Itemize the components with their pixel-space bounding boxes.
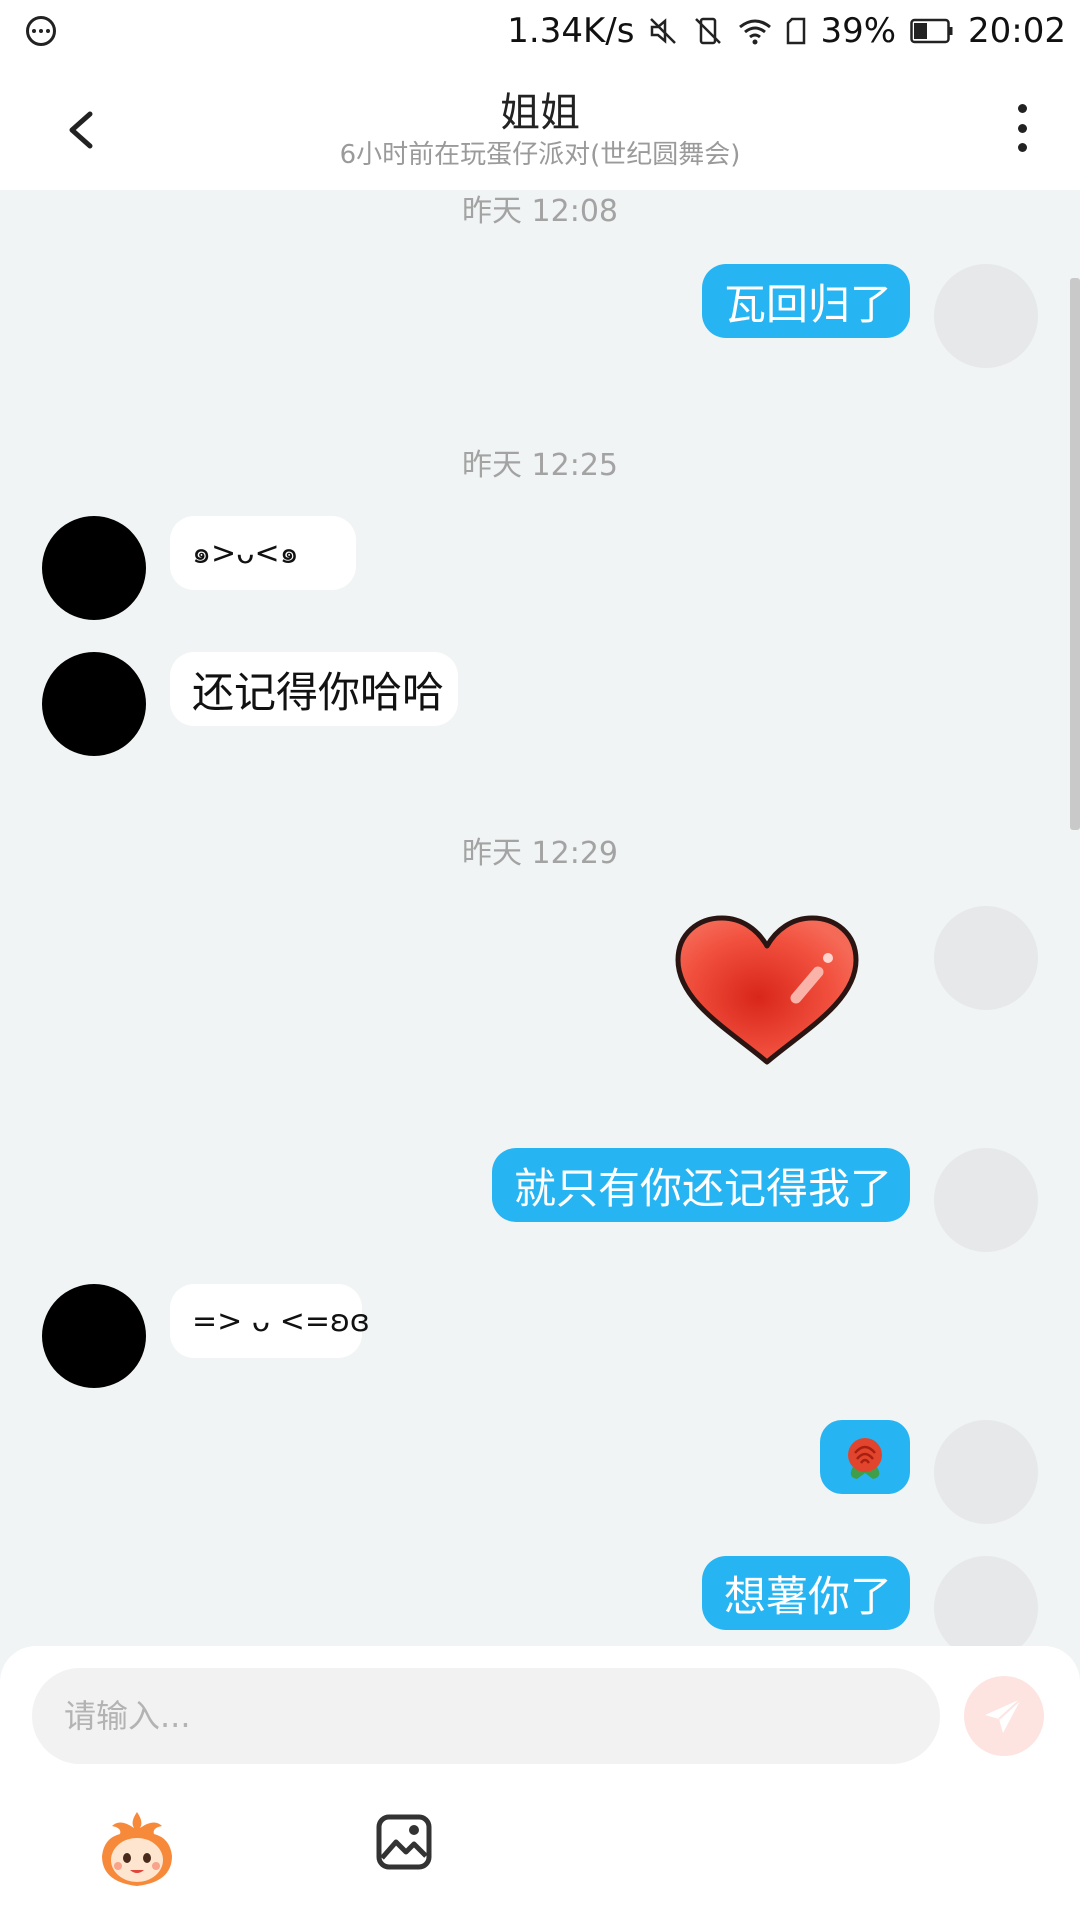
battery-icon bbox=[910, 18, 953, 44]
wifi-icon bbox=[739, 19, 772, 45]
message-bubble-outgoing[interactable] bbox=[820, 1420, 910, 1494]
message-bubble-incoming[interactable]: 还记得你哈哈 bbox=[170, 652, 458, 726]
message-input[interactable] bbox=[32, 1668, 940, 1764]
network-speed: 1.34K/s bbox=[507, 11, 635, 51]
mute-icon bbox=[650, 18, 677, 44]
message-icon bbox=[26, 16, 56, 46]
avatar-contact[interactable] bbox=[42, 1284, 146, 1388]
chat-header: 姐姐 6小时前在玩蛋仔派对(世纪圆舞会) bbox=[0, 62, 1080, 190]
battery-percent: 39% bbox=[820, 11, 897, 51]
scrollbar[interactable] bbox=[1070, 278, 1080, 830]
sim-icon bbox=[787, 17, 806, 45]
message-bubble-outgoing[interactable]: 瓦回归了 bbox=[702, 264, 910, 338]
eggy-mascot-icon bbox=[102, 1812, 172, 1886]
composer-bar bbox=[0, 1646, 1080, 1920]
message-bubble-incoming[interactable]: => ᴗ <=ʚɞ bbox=[170, 1284, 370, 1358]
avatar-contact[interactable] bbox=[42, 652, 146, 756]
image-picker-button[interactable] bbox=[374, 1812, 434, 1872]
rose-emoji bbox=[848, 1438, 882, 1479]
emoji-button[interactable] bbox=[96, 1808, 178, 1890]
message-bubble-outgoing[interactable]: 想薯你了 bbox=[702, 1556, 910, 1630]
image-icon bbox=[376, 1814, 432, 1870]
avatar-self[interactable] bbox=[934, 1556, 1038, 1660]
status-indicators: 1.34K/s 39% 20:02 bbox=[507, 11, 1066, 51]
timestamp: 昨天 12:08 bbox=[462, 194, 618, 229]
timestamp: 昨天 12:25 bbox=[462, 448, 618, 483]
contact-name: 姐姐 bbox=[500, 90, 580, 136]
avatar-self[interactable] bbox=[934, 264, 1038, 368]
avatar-self[interactable] bbox=[934, 1148, 1038, 1252]
avatar-self[interactable] bbox=[934, 906, 1038, 1010]
timestamp: 昨天 12:29 bbox=[462, 836, 618, 871]
more-vertical-icon bbox=[1017, 104, 1027, 113]
vibrate-off-icon bbox=[695, 17, 722, 45]
status-bar: 1.34K/s 39% 20:02 bbox=[0, 0, 1080, 62]
send-button[interactable] bbox=[964, 1676, 1044, 1756]
more-options-button[interactable] bbox=[1002, 98, 1042, 158]
avatar-self[interactable] bbox=[934, 1420, 1038, 1524]
message-bubble-outgoing[interactable]: 就只有你还记得我了 bbox=[492, 1148, 910, 1222]
send-icon bbox=[985, 1698, 1022, 1733]
contact-status: 6小时前在玩蛋仔派对(世纪圆舞会) bbox=[339, 140, 741, 170]
avatar-contact[interactable] bbox=[42, 516, 146, 620]
clock: 20:02 bbox=[968, 11, 1066, 51]
heart-sticker[interactable] bbox=[672, 912, 862, 1068]
message-bubble-incoming[interactable]: ๑>ᴗ<๑ bbox=[170, 516, 356, 590]
